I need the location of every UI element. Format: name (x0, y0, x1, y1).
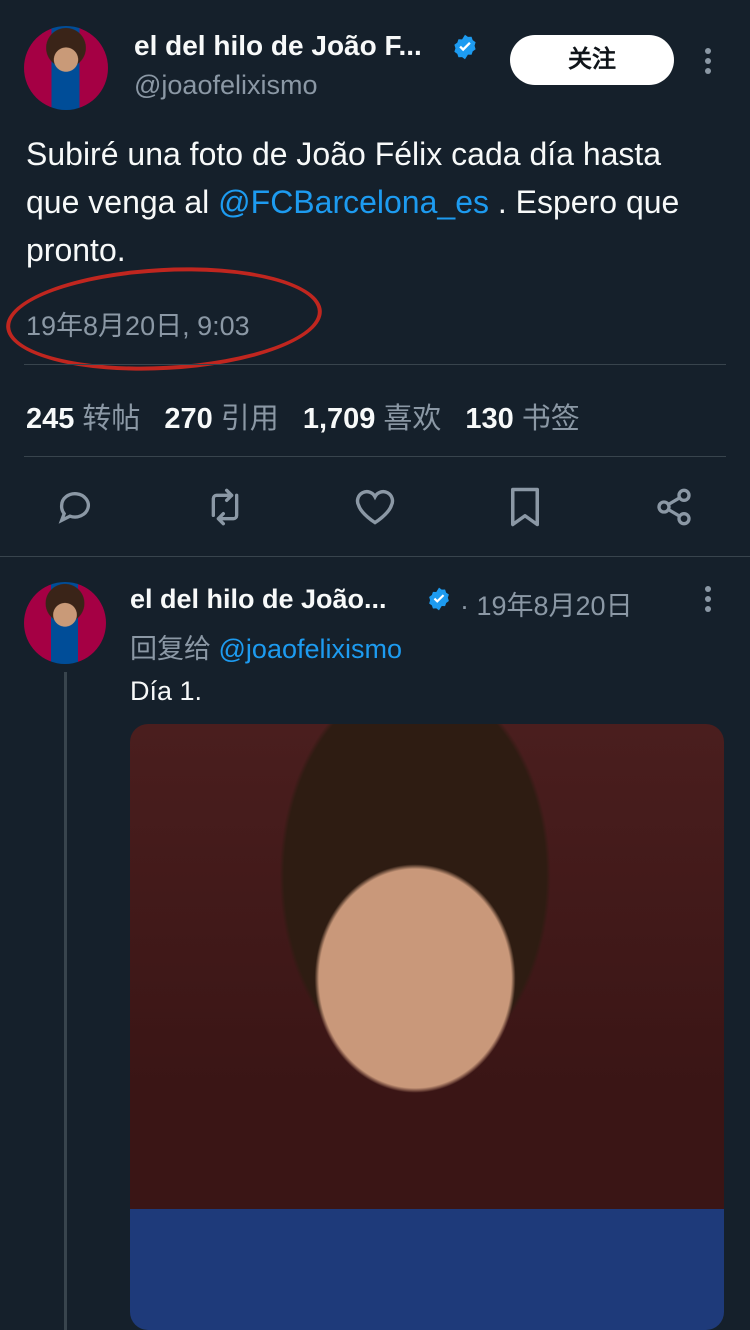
engagement-stats: 245 转帖 270 引用 1,709 喜欢 130 书签 (26, 395, 604, 437)
replying-to-handle[interactable]: @joaofelixismo (219, 634, 402, 664)
follow-button[interactable]: 关注 (510, 35, 674, 85)
quote-label[interactable]: 引用 (221, 403, 279, 435)
retweet-label[interactable]: 转帖 (82, 403, 140, 435)
quote-count[interactable]: 270 (164, 403, 212, 435)
share-icon[interactable] (654, 486, 694, 528)
author-avatar[interactable] (24, 26, 108, 110)
retweet-count[interactable]: 245 (26, 403, 74, 435)
like-icon[interactable] (354, 488, 396, 526)
author-handle[interactable]: @joaofelixismo (134, 70, 317, 101)
bookmark-count[interactable]: 130 (465, 403, 513, 435)
mention-link[interactable]: @FCBarcelona_es (218, 184, 489, 220)
bookmark-icon[interactable] (506, 486, 544, 528)
replying-to-prefix: 回复给 (130, 634, 219, 664)
divider (24, 364, 726, 365)
author-name[interactable]: el del hilo de João F... (134, 30, 422, 62)
verified-badge-icon (426, 586, 452, 612)
more-options-icon[interactable] (696, 44, 720, 78)
bookmark-label[interactable]: 书签 (522, 403, 580, 435)
divider (0, 556, 750, 557)
reply-author-name[interactable]: el del hilo de João... (130, 584, 387, 615)
tweet-text: Subiré una foto de João Félix cada día h… (26, 130, 716, 274)
divider (24, 456, 726, 457)
replying-to: 回复给 @joaofelixismo (130, 627, 402, 666)
like-count[interactable]: 1,709 (303, 403, 376, 435)
attached-photo[interactable] (130, 724, 724, 1330)
thread-line (64, 672, 67, 1330)
reply-date[interactable]: · 19年8月20日 (460, 584, 633, 623)
reply-author-avatar[interactable] (24, 582, 106, 664)
reply-text: Día 1. (130, 676, 203, 706)
reply-icon[interactable] (54, 487, 96, 527)
more-options-icon[interactable] (696, 584, 720, 614)
retweet-icon[interactable] (203, 487, 247, 527)
like-label[interactable]: 喜欢 (383, 403, 441, 435)
tweet-timestamp[interactable]: 19年8月20日, 9:03 (26, 304, 250, 343)
verified-badge-icon (451, 33, 479, 61)
